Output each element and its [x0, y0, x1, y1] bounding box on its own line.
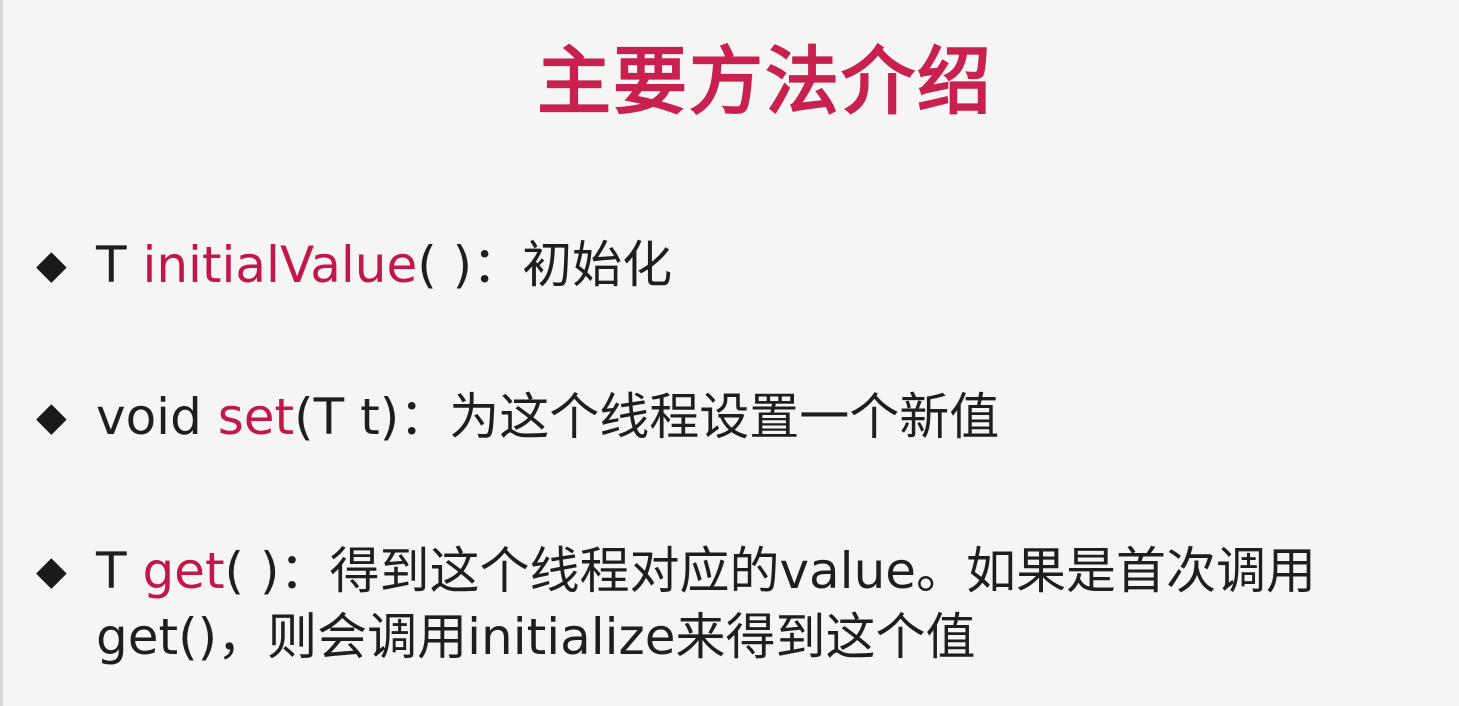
slide: 主要方法介绍 ◆ T initialValue( )：初始化 ◆ void set(…	[0, 0, 1459, 706]
item-text: void set(T t)：为这个线程设置一个新值	[96, 384, 999, 450]
method-description: ( )：得到这个线程对应的value。如果是首次调用	[224, 542, 1317, 600]
method-name: initialValue	[142, 236, 418, 294]
bullet-item-initialvalue: ◆ T initialValue( )：初始化	[36, 232, 672, 298]
diamond-bullet-icon: ◆	[36, 242, 67, 288]
return-type: T	[96, 542, 143, 600]
return-type: T	[96, 236, 143, 294]
bullet-item-get-continuation: get()，则会调用initialize来得到这个值	[96, 608, 976, 666]
item-text: T initialValue( )：初始化	[96, 232, 672, 298]
method-description: ( )：初始化	[417, 236, 673, 294]
method-name: get	[142, 542, 225, 600]
item-text: T get( )：得到这个线程对应的value。如果是首次调用	[96, 538, 1316, 604]
slide-title: 主要方法介绍	[537, 39, 993, 125]
return-type: void	[96, 388, 218, 446]
method-name: set	[217, 388, 295, 446]
bullet-item-get: ◆ T get( )：得到这个线程对应的value。如果是首次调用	[36, 538, 1316, 604]
diamond-bullet-icon: ◆	[36, 394, 67, 440]
diamond-bullet-icon: ◆	[36, 548, 67, 594]
method-description: (T t)：为这个线程设置一个新值	[294, 388, 1000, 446]
bullet-item-set: ◆ void set(T t)：为这个线程设置一个新值	[36, 384, 999, 450]
